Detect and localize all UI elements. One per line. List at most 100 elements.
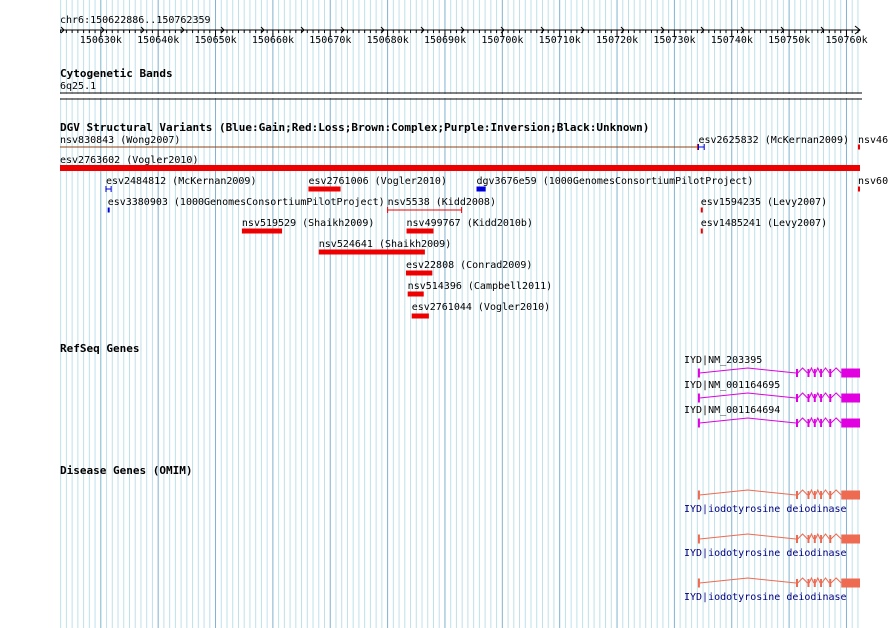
dgv-feature-dgv3676e59[interactable] [476, 186, 486, 192]
dgv-feature-esv1485241[interactable] [700, 228, 703, 234]
omim-gene-3-exon[interactable] [820, 579, 823, 587]
dgv-label-esv1485241: esv1485241 (Levy2007) [700, 218, 828, 229]
dgv-feature-nsv524641[interactable] [318, 249, 425, 255]
cytoband-track-title[interactable]: Cytogenetic Bands [60, 68, 173, 80]
omim-track-title[interactable]: Disease Genes (OMIM) [60, 465, 192, 477]
ruler-tick-label: 150730k [653, 35, 696, 46]
position-label: chr6:150622886..150762359 [60, 15, 211, 26]
omim-gene-3-exon[interactable] [795, 579, 798, 587]
refseq-transcript-label: IYD|NM_001164694 [684, 405, 781, 416]
omim-gene-label: IYD|iodotyrosine deiodinase [684, 592, 847, 603]
ruler-tick-label: 150690k [423, 35, 467, 46]
refseq-transcript-1-exon[interactable] [841, 368, 860, 378]
omim-gene-2-intron [821, 533, 830, 540]
omim-gene-3-exon[interactable] [829, 579, 832, 587]
dgv-label-esv1594235: esv1594235 (Levy2007) [700, 197, 828, 208]
refseq-transcript-3-exon[interactable] [829, 419, 832, 427]
dgv-label-esv2761006: esv2761006 (Vogler2010) [308, 176, 447, 187]
omim-gene-2-exon[interactable] [813, 535, 816, 543]
ruler-tick-label: 150630k [79, 35, 122, 46]
omim-gene-1-exon[interactable] [813, 491, 816, 499]
refseq-transcript-2-exon[interactable] [820, 394, 823, 402]
dgv-label-nsv514396: nsv514396 (Campbell2011) [407, 281, 553, 292]
refseq-transcript-label: IYD|NM_203395 [684, 355, 763, 366]
refseq-track-title[interactable]: RefSeq Genes [60, 343, 139, 355]
omim-gene-1-intron [808, 488, 815, 496]
refseq-transcript-3-exon[interactable] [807, 419, 810, 427]
omim-gene-1-exon[interactable] [820, 491, 823, 499]
omim-gene-label: IYD|iodotyrosine deiodinase [684, 548, 847, 559]
refseq-transcript-3-exon[interactable] [795, 419, 798, 427]
refseq-transcript-1-intron [830, 367, 842, 374]
ruler-tick-label: 150700k [481, 35, 524, 46]
refseq-transcript-1-exon[interactable] [795, 369, 798, 377]
cytoband-name: 6q25.1 [60, 81, 97, 92]
dgv-feature-nsv519529[interactable] [241, 228, 283, 234]
omim-gene-3-intron [821, 577, 830, 584]
omim-gene-3-exon[interactable] [807, 579, 810, 587]
refseq-transcript-1-exon[interactable] [807, 369, 810, 377]
refseq-transcript-1-exon[interactable] [697, 368, 700, 378]
dgv-feature-esv3380903[interactable] [107, 207, 110, 213]
ruler-tick-label: 150640k [137, 35, 180, 46]
omim-gene-2-exon[interactable] [820, 535, 823, 543]
refseq-transcript-2-exon[interactable] [795, 394, 798, 402]
refseq-transcript-3-intron [830, 417, 842, 424]
omim-gene-1-exon[interactable] [807, 491, 810, 499]
omim-gene-1-exon[interactable] [829, 491, 832, 499]
refseq-transcript-3-exon[interactable] [820, 419, 823, 427]
dgv-feature-esv2761044[interactable] [411, 313, 429, 319]
refseq-transcript-2-intron [821, 392, 830, 399]
refseq-transcript-1-intron [808, 366, 815, 374]
dgv-label-nsv46: nsv46 [858, 135, 889, 146]
cytoband-ideogram [60, 92, 862, 100]
dgv-feature-nsv499767[interactable] [406, 228, 434, 234]
ruler-tick-label: 150650k [194, 35, 237, 46]
refseq-transcript-3-exon[interactable] [813, 419, 816, 427]
refseq-transcript-1-exon[interactable] [829, 369, 832, 377]
ruler-tick-label: 150660k [251, 35, 295, 46]
refseq-transcript-2-exon[interactable] [829, 394, 832, 402]
refseq-transcript-2-exon[interactable] [807, 394, 810, 402]
refseq-transcript-3-exon[interactable] [841, 418, 860, 428]
omim-gene-2-exon[interactable] [697, 534, 700, 544]
omim-gene-3-exon[interactable] [697, 578, 700, 588]
dgv-feature-nsv60[interactable] [857, 186, 860, 192]
refseq-transcript-1-exon[interactable] [813, 369, 816, 377]
refseq-transcript-3-exon[interactable] [697, 418, 700, 428]
refseq-transcript-2-exon[interactable] [697, 393, 700, 403]
ruler-tick-label: 150670k [309, 35, 352, 46]
omim-gene-2-intron [808, 532, 815, 540]
omim-gene-1-exon[interactable] [841, 490, 860, 500]
omim-gene-3-intron [808, 576, 815, 584]
refseq-transcript-3-intron [808, 416, 815, 424]
dgv-feature-esv22808[interactable] [405, 270, 433, 276]
dgv-feature-nsv514396[interactable] [407, 291, 424, 297]
refseq-transcript-2-exon[interactable] [841, 393, 860, 403]
dgv-label-nsv524641: nsv524641 (Shaikh2009) [318, 239, 452, 250]
dgv-label-esv3380903: esv3380903 (1000GenomesConsortiumPilotPr… [107, 197, 385, 208]
refseq-transcripts [697, 366, 860, 428]
omim-gene-2-exon[interactable] [841, 534, 860, 544]
refseq-transcript-label: IYD|NM_001164695 [684, 380, 781, 391]
refseq-transcript-2-intron [830, 392, 842, 399]
dgv-feature-esv2761006[interactable] [308, 186, 341, 192]
omim-gene-1-exon[interactable] [697, 490, 700, 500]
dgv-track-title[interactable]: DGV Structural Variants (Blue:Gain;Red:L… [60, 122, 649, 134]
omim-gene-1-exon[interactable] [795, 491, 798, 499]
dgv-label-esv2625832: esv2625832 (McKernan2009) [698, 135, 849, 146]
dgv-label-nsv5538: nsv5538 (Kidd2008) [387, 197, 496, 208]
omim-gene-2-exon[interactable] [807, 535, 810, 543]
refseq-transcript-2-intron [808, 391, 815, 399]
omim-gene-2-intron [830, 533, 842, 540]
cytoband-band-6q25-1[interactable] [60, 94, 862, 98]
dgv-label-nsv499767: nsv499767 (Kidd2010b) [406, 218, 533, 229]
omim-gene-2-exon[interactable] [795, 535, 798, 543]
refseq-transcript-2-exon[interactable] [813, 394, 816, 402]
dgv-label-esv2761044: esv2761044 (Vogler2010) [411, 302, 551, 313]
omim-gene-2-exon[interactable] [829, 535, 832, 543]
omim-gene-3-exon[interactable] [841, 578, 860, 588]
omim-gene-3-exon[interactable] [813, 579, 816, 587]
refseq-transcript-1-exon[interactable] [820, 369, 823, 377]
dgv-feature-esv1594235[interactable] [700, 207, 703, 213]
